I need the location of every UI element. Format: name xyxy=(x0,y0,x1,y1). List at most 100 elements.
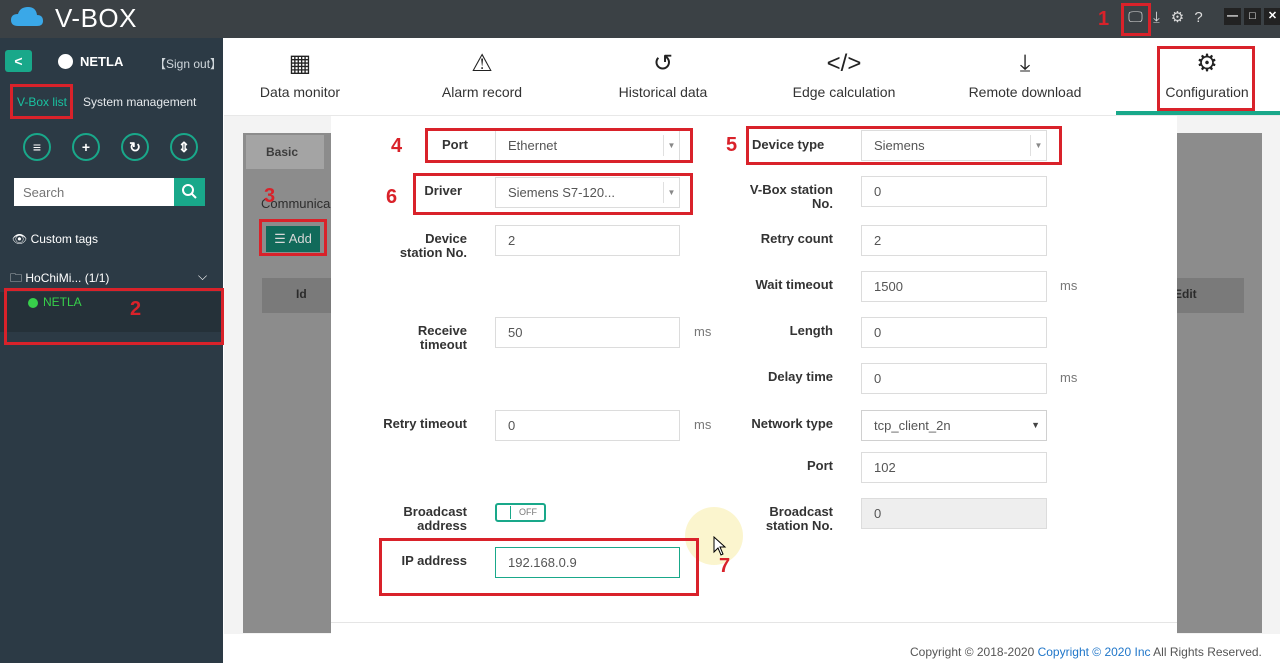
length-input[interactable]: 0 xyxy=(861,317,1047,348)
nav-data-monitor[interactable]: ▦ Data monitor xyxy=(250,38,350,116)
nav-edge-calculation-label: Edge calculation xyxy=(792,84,896,100)
sort-icon[interactable]: ⇕ xyxy=(170,133,198,161)
sidebar: < NETLA 【Sign out】 V-Box list System man… xyxy=(0,38,223,663)
delay-time-input[interactable]: 0 xyxy=(861,363,1047,394)
port-number-input[interactable]: 102 xyxy=(861,452,1047,483)
annotation-box-1 xyxy=(1121,3,1151,36)
sign-out-link[interactable]: 【Sign out】 xyxy=(154,55,222,72)
group-label: HoChiMi... (1/1) xyxy=(25,271,110,285)
annotation-number-3: 3 xyxy=(264,185,276,207)
nav-alarm-record-label: Alarm record xyxy=(441,84,523,100)
gear-icon[interactable]: ⚙ xyxy=(1169,8,1186,26)
annotation-box-2 xyxy=(4,288,224,345)
active-tab-indicator xyxy=(1116,111,1280,115)
column-header-id: Id xyxy=(296,287,307,301)
annotation-number-6: 6 xyxy=(386,186,398,208)
annotation-number-2: 2 xyxy=(130,298,142,320)
help-icon[interactable]: ? xyxy=(1190,9,1207,26)
receive-timeout-label: Receive timeout xyxy=(417,323,467,352)
device-station-label: Device station No. xyxy=(399,231,467,260)
receive-timeout-unit: ms xyxy=(694,324,712,339)
title-bar: V-BOX 🖵 ⤓ ⚙ ? — □ ✕ xyxy=(0,0,1280,38)
tab-system-management[interactable]: System management xyxy=(83,95,196,109)
annotation-number-5: 5 xyxy=(726,134,738,156)
group-row[interactable]: 🗀 HoChiMi... (1/1) ⌵ xyxy=(10,269,210,290)
delay-time-unit: ms xyxy=(1060,370,1078,385)
annotation-box-3 xyxy=(259,219,327,256)
retry-count-label: Retry count xyxy=(760,231,833,246)
eye-icon: 👁 xyxy=(12,232,28,246)
broadcast-station-input: 0 xyxy=(861,498,1047,529)
network-type-label: Network type xyxy=(751,416,833,431)
broadcast-station-label: Broadcast station No. xyxy=(765,504,833,533)
column-header-edit: Edit xyxy=(1174,287,1197,301)
retry-count-input[interactable]: 2 xyxy=(861,225,1047,256)
annotation-number-7: 7 xyxy=(719,555,731,577)
network-type-select[interactable]: tcp_client_2n ▼ xyxy=(861,410,1047,441)
folder-icon: 🗀 xyxy=(10,271,23,285)
length-label: Length xyxy=(789,323,833,338)
caret-down-icon: ▼ xyxy=(1031,420,1040,430)
top-nav: ▦ Data monitor ⚠ Alarm record ↺ Historic… xyxy=(224,38,1280,116)
menu-icon[interactable]: ≡ xyxy=(23,133,51,161)
tab-basic[interactable]: Basic xyxy=(246,135,324,169)
search-button[interactable] xyxy=(174,178,205,206)
annotation-box-5 xyxy=(746,126,1062,165)
minimize-button[interactable]: — xyxy=(1224,8,1241,25)
port-number-label: Port xyxy=(807,458,833,473)
nav-edge-calculation[interactable]: </> Edge calculation xyxy=(784,38,904,116)
wait-timeout-label: Wait timeout xyxy=(755,277,833,292)
retry-timeout-input[interactable]: 0 xyxy=(495,410,680,441)
footer-copyright: Copyright © 2018-2020 Copyright © 2020 I… xyxy=(910,645,1262,659)
annotation-number-1: 1 xyxy=(1098,8,1110,30)
download-icon: ⤓ xyxy=(1019,50,1031,77)
nav-remote-download[interactable]: ⤓ Remote download xyxy=(964,38,1086,116)
dialog-divider xyxy=(331,622,1177,623)
maximize-button[interactable]: □ xyxy=(1244,8,1261,25)
add-icon[interactable]: + xyxy=(72,133,100,161)
user-name: NETLA xyxy=(80,54,124,69)
nav-historical-data[interactable]: ↺ Historical data xyxy=(613,38,713,116)
retry-timeout-label: Retry timeout xyxy=(383,416,467,431)
history-icon: ↺ xyxy=(652,50,674,77)
nav-alarm-record[interactable]: ⚠ Alarm record xyxy=(432,38,532,116)
mouse-pointer-icon xyxy=(713,536,727,556)
custom-tags-label: Custom tags xyxy=(30,232,98,246)
search-input[interactable] xyxy=(14,178,174,206)
wait-timeout-unit: ms xyxy=(1060,278,1078,293)
back-button[interactable]: < xyxy=(5,50,32,72)
warning-icon: ⚠ xyxy=(471,50,493,77)
annotation-box-vbox-list xyxy=(10,84,73,119)
vbox-station-label: V-Box station No. xyxy=(749,182,833,211)
retry-timeout-unit: ms xyxy=(694,417,712,432)
wait-timeout-input[interactable]: 1500 xyxy=(861,271,1047,302)
close-button[interactable]: ✕ xyxy=(1264,8,1280,25)
toggle-knob xyxy=(499,506,511,519)
chevron-down-icon[interactable]: ⌵ xyxy=(198,269,207,284)
broadcast-address-label: Broadcast address xyxy=(403,504,467,533)
code-icon: </> xyxy=(826,50,862,77)
app-title: V-BOX xyxy=(55,3,137,33)
search-icon xyxy=(182,184,197,199)
toggle-state: OFF xyxy=(519,507,537,517)
refresh-icon[interactable]: ↻ xyxy=(121,133,149,161)
network-type-select-value: tcp_client_2n xyxy=(874,418,951,433)
broadcast-address-toggle[interactable]: OFF xyxy=(495,503,546,522)
nav-data-monitor-label: Data monitor xyxy=(259,84,341,100)
cloud-icon xyxy=(11,7,43,26)
device-station-input[interactable]: 2 xyxy=(495,225,680,256)
annotation-box-6 xyxy=(413,173,693,215)
annotation-box-4 xyxy=(425,128,693,163)
receive-timeout-input[interactable]: 50 xyxy=(495,317,680,348)
vbox-station-input[interactable]: 0 xyxy=(861,176,1047,207)
annotation-box-7 xyxy=(379,538,699,596)
copyright-prefix: Copyright © 2018-2020 xyxy=(910,645,1038,659)
custom-tags[interactable]: 👁 Custom tags xyxy=(12,232,98,246)
copyright-link[interactable]: Copyright © 2020 Inc xyxy=(1038,645,1151,659)
nav-historical-data-label: Historical data xyxy=(618,84,708,100)
user-icon xyxy=(58,54,73,69)
nav-remote-download-label: Remote download xyxy=(968,84,1082,100)
annotation-number-4: 4 xyxy=(391,135,403,157)
copyright-suffix: All Rights Reserved. xyxy=(1150,645,1262,659)
delay-time-label: Delay time xyxy=(767,369,833,384)
